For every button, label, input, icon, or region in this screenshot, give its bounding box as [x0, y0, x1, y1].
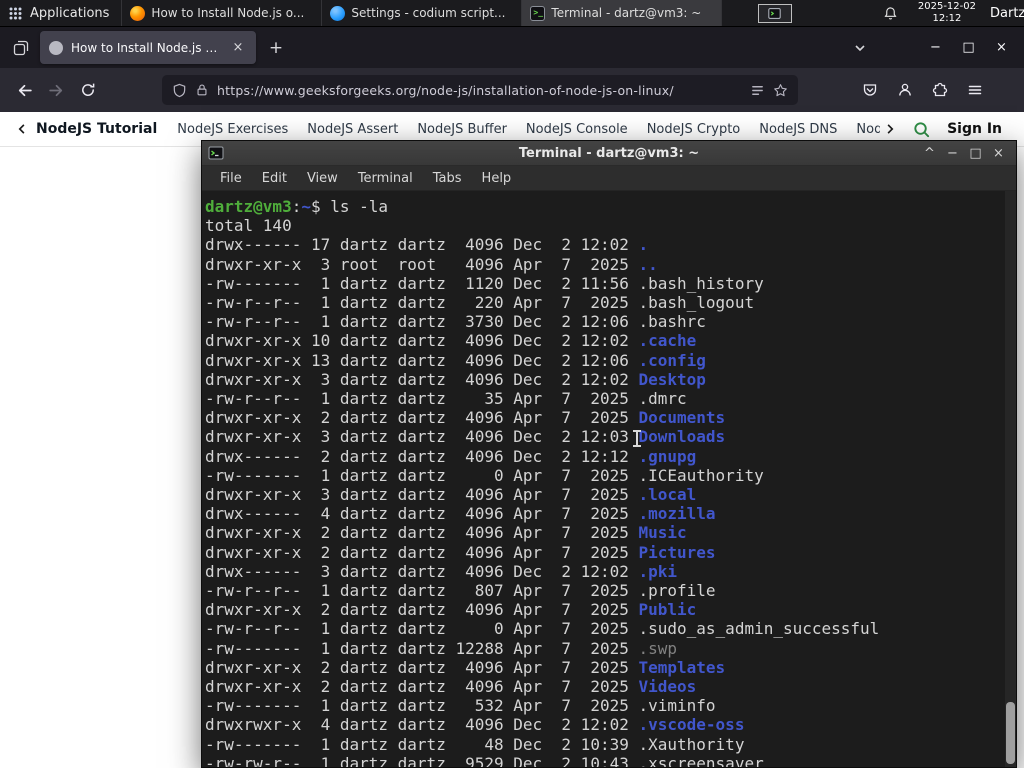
- terminal-titlebar[interactable]: Terminal - dartz@vm3: ~ ^ − □ ×: [202, 141, 1016, 166]
- browser-maximize-button[interactable]: □: [952, 33, 985, 63]
- sign-in-button[interactable]: Sign In: [947, 121, 1002, 137]
- taskbar-button-title: Terminal - dartz@vm3: ~: [551, 6, 702, 20]
- top-panel: Applications How to Install Node.js o...…: [0, 0, 1024, 27]
- firefox-view-button[interactable]: [6, 33, 36, 63]
- back-arrow-icon: [18, 84, 32, 96]
- clock-time: 12:12: [932, 13, 962, 24]
- panel-status-area: 2025-12-02 12:12 Dartz: [757, 0, 1024, 26]
- forward-button[interactable]: [40, 74, 72, 106]
- terminal-body: dartz@vm3:~$ ls -la total 140 drwx------…: [202, 191, 1016, 767]
- clock-date: 2025-12-02: [917, 1, 976, 12]
- terminal-shade-button[interactable]: ^: [918, 142, 941, 164]
- nav-back-group[interactable]: NodeJS Tutorial: [16, 121, 157, 137]
- terminal-close-button[interactable]: ×: [987, 142, 1010, 164]
- pocket-button[interactable]: [854, 74, 886, 106]
- account-button[interactable]: [889, 74, 921, 106]
- site-nav-item[interactable]: Node: [856, 122, 880, 137]
- bookmark-star-icon[interactable]: [773, 83, 788, 98]
- browser-close-button[interactable]: ×: [985, 33, 1018, 63]
- taskbar-button-title: Settings - codium script...: [351, 6, 506, 20]
- puzzle-icon: [932, 82, 948, 97]
- terminal-menubar: File Edit View Terminal Tabs Help: [202, 166, 1016, 191]
- firefox-view-icon: [13, 40, 29, 55]
- terminal-title: Terminal - dartz@vm3: ~: [518, 145, 700, 161]
- back-button[interactable]: [8, 74, 40, 106]
- tracking-protection-shield-icon[interactable]: [172, 83, 187, 98]
- applications-menu[interactable]: Applications: [0, 0, 123, 26]
- site-nav-item[interactable]: NodeJS Crypto: [647, 122, 741, 137]
- site-nav-items: NodeJS Exercises NodeJS Assert NodeJS Buff…: [177, 122, 880, 137]
- terminal-menu-file[interactable]: File: [210, 171, 252, 186]
- browser-minimize-button[interactable]: −: [919, 33, 952, 63]
- site-nav-item[interactable]: NodeJS Buffer: [417, 122, 507, 137]
- applications-label: Applications: [30, 5, 110, 21]
- bell-icon: [884, 6, 897, 19]
- pocket-icon: [863, 84, 877, 96]
- lock-icon[interactable]: [195, 83, 209, 97]
- menu-button[interactable]: [959, 74, 991, 106]
- nav-back-label: NodeJS Tutorial: [36, 121, 158, 137]
- applications-icon: [8, 6, 23, 21]
- taskbar-button-title: How to Install Node.js o...: [151, 6, 305, 20]
- terminal-menu-terminal[interactable]: Terminal: [348, 171, 423, 186]
- site-nav-item[interactable]: NodeJS Assert: [307, 122, 398, 137]
- forward-arrow-icon: [48, 84, 62, 96]
- site-nav-right: Sign In: [880, 120, 1024, 139]
- list-all-tabs-button[interactable]: [845, 33, 875, 63]
- reload-button[interactable]: [72, 74, 104, 106]
- site-nav-item[interactable]: NodeJS Console: [526, 122, 628, 137]
- reload-icon: [82, 83, 95, 96]
- chevron-left-icon: [16, 123, 28, 135]
- tab-title: How to Install Node.js on...: [71, 40, 221, 55]
- tab-favicon: [49, 40, 63, 55]
- terminal-menu-help[interactable]: Help: [472, 171, 522, 186]
- hamburger-icon: [968, 85, 982, 95]
- workspace-terminal-icon: [768, 7, 782, 19]
- terminal-window: Terminal - dartz@vm3: ~ ^ − □ × File Edit…: [201, 140, 1017, 768]
- terminal-maximize-button[interactable]: □: [964, 142, 987, 164]
- terminal-menu-tabs[interactable]: Tabs: [423, 171, 472, 186]
- terminal-window-buttons: ^ − □ ×: [918, 142, 1010, 164]
- firefox-icon: [130, 5, 146, 21]
- terminal-scrollbar-thumb[interactable]: [1006, 702, 1015, 764]
- tab-close-button[interactable]: ×: [229, 39, 247, 57]
- browser-tab[interactable]: How to Install Node.js on... ×: [40, 31, 256, 64]
- terminal-output[interactable]: dartz@vm3:~$ ls -la total 140 drwx------…: [202, 191, 1016, 767]
- desktop: Applications How to Install Node.js o...…: [0, 0, 1024, 768]
- browser-tab-bar: How to Install Node.js on... × + − □ ×: [0, 27, 1024, 68]
- taskbar-button-terminal[interactable]: Terminal - dartz@vm3: ~: [522, 0, 723, 26]
- mouse-ibeam-cursor: [632, 430, 642, 447]
- terminal-scrollbar[interactable]: [1005, 191, 1016, 767]
- notifications-button[interactable]: [878, 6, 904, 21]
- site-nav-item[interactable]: NodeJS Exercises: [177, 122, 288, 137]
- url-bar[interactable]: https://www.geeksforgeeks.org/node-js/in…: [162, 75, 798, 105]
- chevron-right-icon[interactable]: [884, 123, 896, 135]
- extensions-button[interactable]: [924, 74, 956, 106]
- chevron-down-icon: [855, 44, 865, 51]
- terminal-app-icon: [208, 145, 224, 161]
- terminal-menu-view[interactable]: View: [297, 171, 348, 186]
- taskbar-button-firefox[interactable]: How to Install Node.js o...: [122, 0, 323, 26]
- reader-mode-icon[interactable]: [750, 83, 765, 98]
- clock[interactable]: 2025-12-02 12:12: [904, 1, 990, 25]
- toolbar-icon-group: [854, 74, 991, 106]
- taskbar: How to Install Node.js o... Settings - co…: [122, 0, 723, 26]
- user-menu[interactable]: Dartz: [990, 6, 1024, 21]
- taskbar-button-codium[interactable]: Settings - codium script...: [322, 0, 523, 26]
- url-text[interactable]: https://www.geeksforgeeks.org/node-js/in…: [217, 83, 742, 98]
- terminal-icon: [530, 5, 546, 21]
- workspace-switcher[interactable]: [757, 3, 792, 23]
- new-tab-button[interactable]: +: [262, 34, 290, 62]
- browser-toolbar: https://www.geeksforgeeks.org/node-js/in…: [0, 68, 1024, 112]
- terminal-minimize-button[interactable]: −: [941, 142, 964, 164]
- codium-icon: [330, 5, 346, 21]
- terminal-menu-edit[interactable]: Edit: [252, 171, 297, 186]
- site-nav-item[interactable]: NodeJS DNS: [759, 122, 837, 137]
- account-icon: [899, 83, 911, 96]
- search-icon[interactable]: [912, 120, 931, 139]
